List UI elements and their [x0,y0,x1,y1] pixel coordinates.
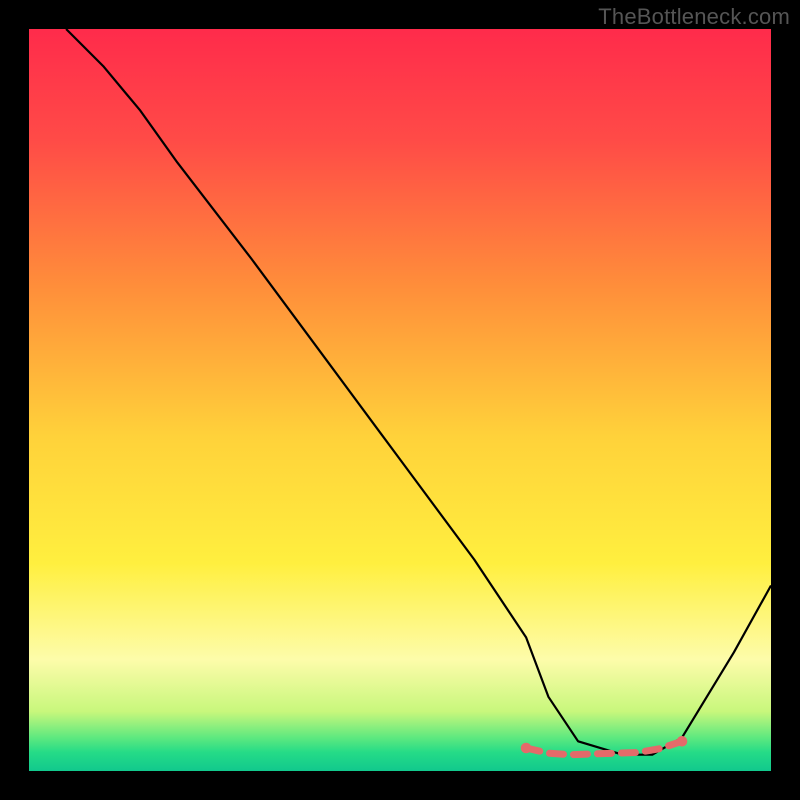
chart-stage: TheBottleneck.com [0,0,800,800]
bottleneck-chart [0,0,800,800]
chart-background [29,29,771,771]
watermark-text: TheBottleneck.com [598,4,790,30]
